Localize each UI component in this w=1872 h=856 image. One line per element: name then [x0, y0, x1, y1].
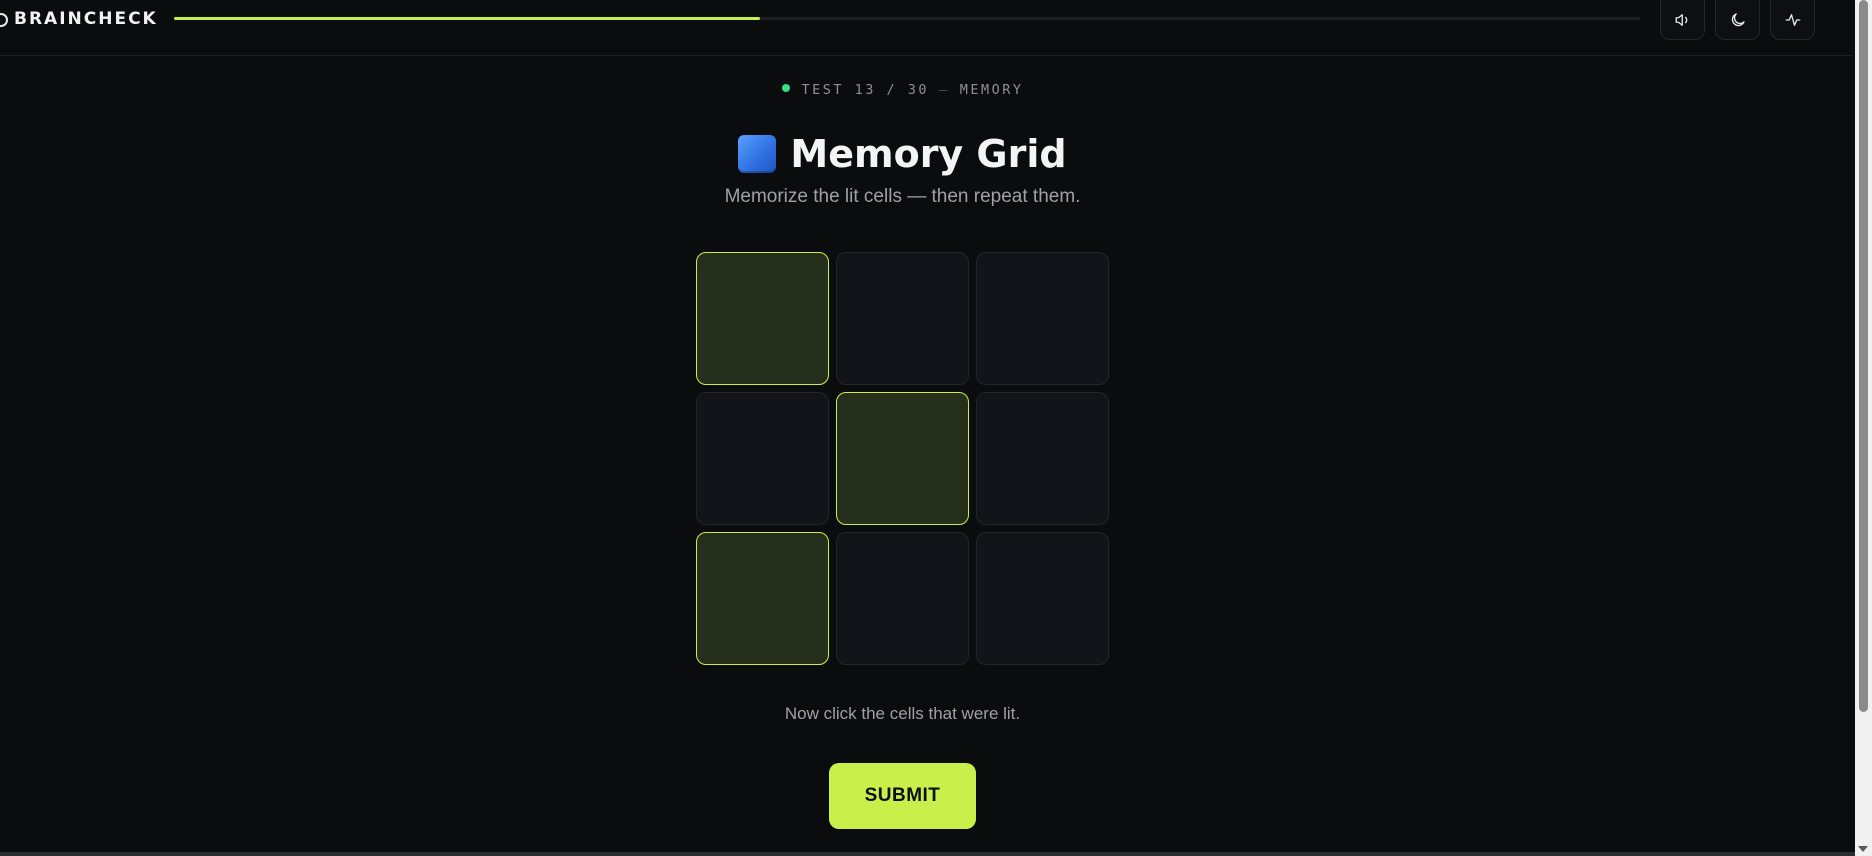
test-progress-label: TEST 13 / 30 — MEMORY	[0, 82, 1805, 98]
grid-cell[interactable]	[836, 252, 969, 385]
grid-cell[interactable]	[696, 532, 829, 665]
scroll-down-arrow-icon[interactable]	[1858, 846, 1868, 852]
status-dot-icon	[781, 84, 790, 92]
sound-button[interactable]	[1660, 0, 1705, 40]
grid-cell[interactable]	[696, 252, 829, 385]
page-subtitle: Memorize the lit cells — then repeat the…	[724, 186, 1081, 207]
app-root: BRAINCHECK TEST 13 / 30 — MEMORY Memory Gr…	[0, 0, 1872, 856]
submit-button[interactable]: SUBMIT	[829, 763, 976, 829]
grid-cell[interactable]	[836, 532, 969, 665]
grid-cell[interactable]	[976, 392, 1109, 525]
page-title: Memory Grid	[0, 128, 1805, 180]
speaker-icon	[1675, 13, 1687, 26]
separator: —	[939, 82, 950, 98]
grid-cell[interactable]	[976, 252, 1109, 385]
moon-icon	[1731, 12, 1745, 26]
blue-square-icon	[738, 135, 777, 173]
grid-cell[interactable]	[836, 392, 969, 525]
grid-cell[interactable]	[976, 532, 1109, 665]
brand-name: BRAINCHECK	[14, 9, 158, 29]
bottom-edge	[0, 852, 1855, 856]
scrollbar[interactable]	[1855, 0, 1872, 856]
stats-button[interactable]	[1770, 0, 1815, 40]
theme-button[interactable]	[1715, 0, 1760, 40]
top-bar: BRAINCHECK	[0, 0, 1853, 56]
test-category: MEMORY	[959, 82, 1024, 98]
page-title-text: Memory Grid	[790, 132, 1067, 176]
progress-fill	[174, 17, 761, 20]
grid-cell[interactable]	[696, 392, 829, 525]
progress-bar	[174, 17, 1640, 20]
activity-icon	[1785, 13, 1800, 26]
memory-grid	[696, 252, 1109, 665]
test-counter: TEST 13 / 30	[801, 82, 930, 98]
scrollbar-thumb[interactable]	[1859, 0, 1868, 712]
logo-icon	[0, 13, 8, 27]
instruction-text: Now click the cells that were lit.	[784, 704, 1021, 723]
